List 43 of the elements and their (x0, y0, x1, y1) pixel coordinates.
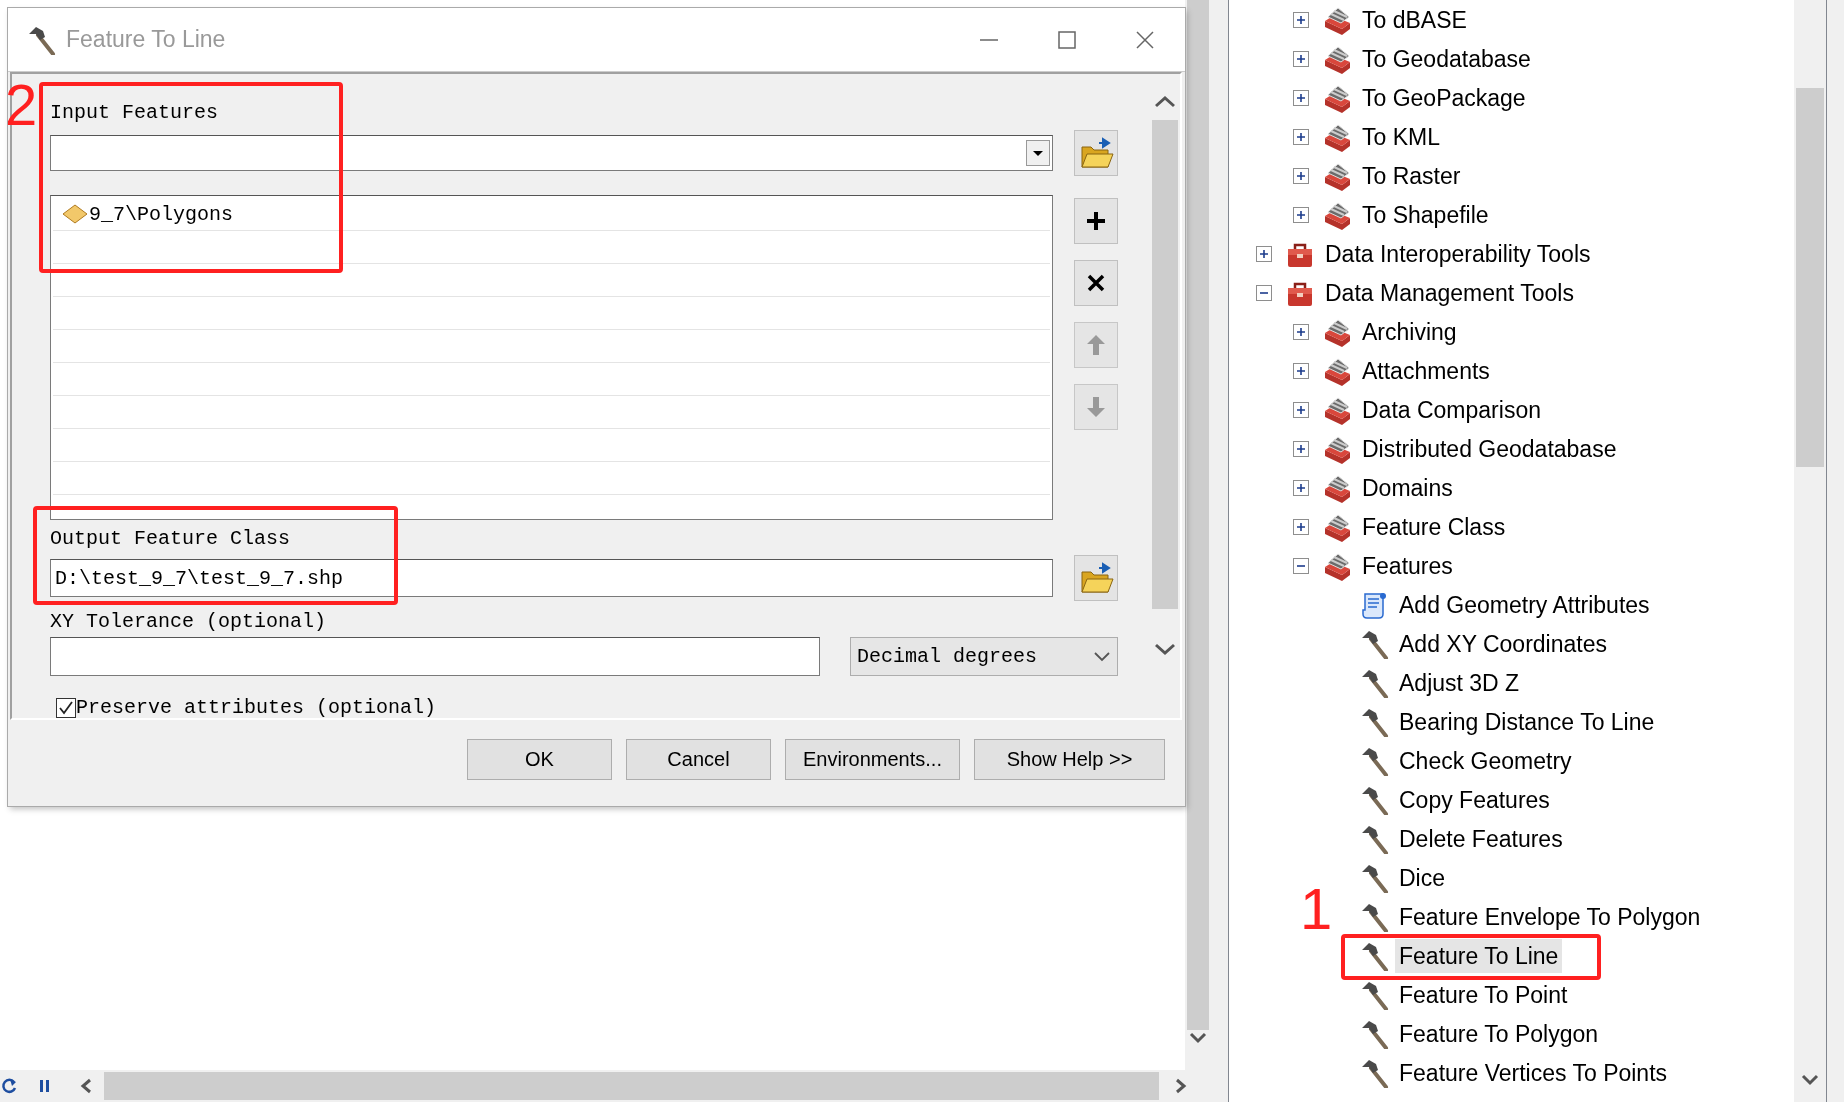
tree-item[interactable]: Adjust 3D Z (1395, 665, 1524, 700)
tree-item[interactable]: To dBASE (1358, 2, 1471, 37)
tree-item[interactable]: Check Geometry (1395, 743, 1576, 778)
tree-item[interactable]: Dice (1395, 860, 1449, 895)
field-label: Input Features (50, 101, 220, 125)
cancel-button[interactable]: Cancel (626, 739, 771, 780)
tree-item[interactable]: Feature To Line (1395, 938, 1563, 973)
tree-item[interactable]: Feature Envelope To Polygon (1395, 899, 1705, 934)
tree-item[interactable]: Feature To Polygon (1395, 1016, 1603, 1051)
tree-item[interactable]: To GeoPackage (1358, 80, 1530, 115)
tree-item[interactable]: Feature Vertices To Points (1395, 1055, 1672, 1090)
tree-item[interactable]: Distributed Geodatabase (1358, 431, 1621, 466)
window-title: Feature To Line (66, 26, 226, 53)
unit-dropdown[interactable]: Decimal degrees (850, 637, 1118, 676)
tree-item[interactable]: Data Management Tools (1321, 275, 1578, 310)
tree-item[interactable]: Copy Features (1395, 782, 1554, 817)
field-label: XY Tolerance (optional) (50, 610, 328, 634)
tree-item[interactable]: Domains (1358, 470, 1457, 505)
tree-item[interactable]: To Shapefile (1358, 197, 1493, 232)
step-number: 2 (5, 80, 38, 130)
checkbox-label: Preserve attributes (optional) (76, 696, 437, 718)
tree-item[interactable]: Bearing Distance To Line (1395, 704, 1659, 739)
tree-item[interactable]: Feature To Point (1395, 977, 1572, 1012)
tree-item[interactable]: To Raster (1358, 158, 1465, 193)
input-list[interactable]: 9_7\Polygons (50, 195, 1053, 520)
tree-item[interactable]: Add Geometry Attributes (1395, 587, 1654, 622)
tree-item[interactable]: To KML (1358, 119, 1444, 154)
help-button[interactable]: Show Help >> (974, 739, 1165, 780)
tree-item[interactable]: Delete Features (1395, 821, 1567, 856)
tree-item[interactable]: Attachments (1358, 353, 1494, 388)
tree-item[interactable]: Add XY Coordinates (1395, 626, 1611, 661)
tree-item[interactable]: Archiving (1358, 314, 1461, 349)
list-item[interactable]: 9_7\Polygons (89, 202, 234, 226)
step-number: 1 (1300, 884, 1333, 934)
tree-item[interactable]: Feature Class (1358, 509, 1510, 544)
ok-button[interactable]: OK (467, 739, 612, 780)
tree-item[interactable]: Features (1358, 548, 1457, 583)
environments-button[interactable]: Environments... (785, 739, 960, 780)
output-field[interactable]: D:\test_9_7\test_9_7.shp (50, 559, 1053, 597)
tree-item[interactable]: Data Comparison (1358, 392, 1545, 427)
tree-item[interactable]: Data Interoperability Tools (1321, 236, 1595, 271)
field-label: Output Feature Class (50, 527, 292, 551)
tree-item[interactable]: To Geodatabase (1358, 41, 1535, 76)
